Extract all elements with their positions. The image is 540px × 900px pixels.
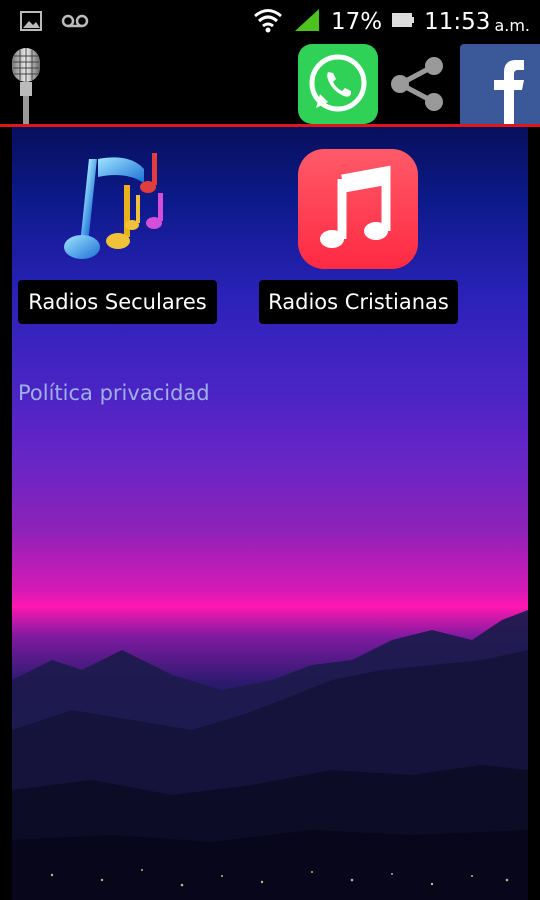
clock-time: 11:53 bbox=[424, 9, 491, 35]
apple-music-icon[interactable] bbox=[298, 149, 418, 269]
radios-cristianas-button[interactable]: Radios Cristianas bbox=[259, 280, 458, 324]
facebook-icon[interactable] bbox=[460, 44, 540, 124]
status-left bbox=[20, 10, 90, 36]
status-right: 17% 11:53 a.m. bbox=[253, 6, 530, 38]
signal-icon bbox=[293, 7, 321, 37]
main-content: Radios Seculares Radios Cristianas Polít… bbox=[12, 127, 528, 900]
privacy-policy-link[interactable]: Política privacidad bbox=[18, 381, 210, 405]
battery-percent: 17% bbox=[331, 9, 383, 35]
status-bar: 17% 11:53 a.m. bbox=[0, 0, 540, 44]
mountain-silhouette bbox=[12, 610, 528, 900]
voicemail-icon bbox=[60, 11, 90, 35]
top-bar bbox=[0, 44, 540, 124]
image-icon bbox=[20, 10, 42, 36]
music-notes-icon[interactable] bbox=[60, 149, 180, 269]
share-icon[interactable] bbox=[386, 52, 450, 116]
battery-icon bbox=[392, 11, 415, 33]
microphone-icon[interactable] bbox=[8, 46, 44, 126]
whatsapp-icon[interactable] bbox=[298, 44, 378, 124]
radios-seculares-button[interactable]: Radios Seculares bbox=[18, 280, 217, 324]
clock-ampm: a.m. bbox=[494, 15, 530, 35]
wifi-icon bbox=[253, 7, 283, 37]
